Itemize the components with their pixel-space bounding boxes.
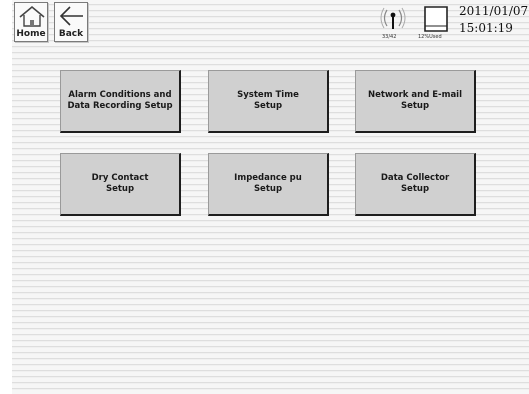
dry-contact-setup-label: Dry Contact Setup	[91, 173, 149, 194]
back-button-label: Back	[58, 29, 84, 39]
clock-time: 15:01:19	[459, 21, 513, 35]
home-button-label: Home	[16, 29, 46, 39]
back-button[interactable]: Back	[54, 2, 88, 42]
system-time-setup-button[interactable]: System Time Setup	[208, 70, 329, 133]
top-bar: Home Back 33/42 12%Used 2011/01/07 15:01…	[12, 0, 529, 44]
signal-strength-text: 33/42	[382, 34, 397, 40]
network-email-setup-button[interactable]: Network and E-mail Setup	[355, 70, 476, 133]
impedance-pu-setup-label: Impedance pu Setup	[234, 173, 302, 194]
storage-usage-text: 12%Used	[418, 34, 442, 40]
alarm-conditions-setup-button[interactable]: Alarm Conditions and Data Recording Setu…	[60, 70, 181, 133]
storage-card-icon	[424, 6, 448, 32]
home-button[interactable]: Home	[14, 2, 48, 42]
main-screen: Home Back 33/42 12%Used 2011/01/07 15:01…	[12, 0, 529, 394]
alarm-conditions-setup-label: Alarm Conditions and Data Recording Setu…	[67, 90, 173, 111]
home-icon	[19, 5, 45, 27]
antenna-signal-icon	[380, 7, 406, 29]
dry-contact-setup-button[interactable]: Dry Contact Setup	[60, 153, 181, 216]
clock-date: 2011/01/07	[459, 4, 529, 18]
impedance-pu-setup-button[interactable]: Impedance pu Setup	[208, 153, 329, 216]
back-arrow-icon	[59, 6, 83, 26]
network-email-setup-label: Network and E-mail Setup	[367, 90, 463, 111]
data-collector-setup-label: Data Collector Setup	[380, 173, 450, 194]
system-time-setup-label: System Time Setup	[237, 90, 299, 111]
data-collector-setup-button[interactable]: Data Collector Setup	[355, 153, 476, 216]
